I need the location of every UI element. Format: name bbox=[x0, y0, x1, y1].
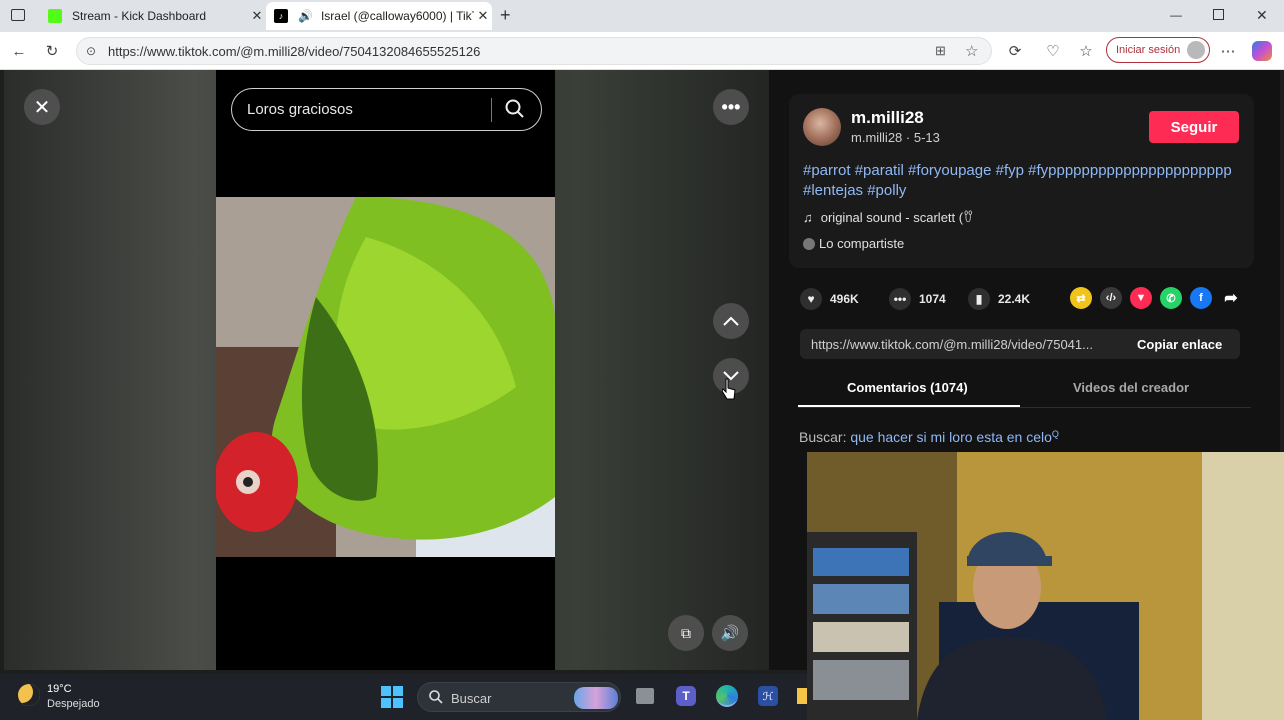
parrot-illustration bbox=[216, 197, 555, 557]
weather-condition[interactable]: Despejado bbox=[47, 698, 100, 710]
copy-link-button[interactable]: Copiar enlace bbox=[1137, 337, 1222, 352]
volume-button[interactable]: 🔊 bbox=[712, 615, 748, 651]
share-link-text[interactable]: https://www.tiktok.com/@m.milli28/video/… bbox=[811, 337, 1116, 352]
close-window-icon[interactable]: ✕ bbox=[1256, 7, 1268, 24]
close-tab-icon[interactable]: ✕ bbox=[474, 8, 492, 24]
file-explorer-icon[interactable] bbox=[797, 688, 807, 704]
close-tab-icon[interactable]: ✕ bbox=[248, 8, 266, 24]
browser-toolbar: ← ↻ ⊙ https://www.tiktok.com/@m.milli28/… bbox=[0, 32, 1284, 70]
post-hashtags[interactable]: #parrot #paratil #foryoupage #fyp #fyppp… bbox=[803, 161, 1243, 201]
search-divider bbox=[491, 98, 492, 122]
task-view-icon[interactable] bbox=[636, 688, 654, 704]
teams-icon[interactable]: T bbox=[676, 686, 696, 706]
weather-temperature[interactable]: 19°C bbox=[47, 683, 72, 695]
comment-icon[interactable]: ••• bbox=[889, 288, 911, 310]
post-sound[interactable]: ♫ original sound - scarlett (ꀎ bbox=[803, 209, 973, 226]
shared-avatar-icon bbox=[803, 238, 815, 250]
search-icon[interactable] bbox=[504, 98, 526, 125]
extensions-icon[interactable]: ⟳ bbox=[1004, 40, 1026, 62]
profile-avatar-icon bbox=[1187, 41, 1205, 59]
favorites-icon[interactable]: ☆ bbox=[1075, 40, 1097, 62]
comment-count: 1074 bbox=[919, 292, 946, 306]
related-search[interactable]: Buscar: que hacer si mi loro esta en cel… bbox=[799, 429, 1059, 445]
browser-essentials-icon[interactable]: ♡ bbox=[1042, 40, 1064, 62]
tab-title: Stream - Kick Dashboard bbox=[72, 9, 207, 23]
sound-name: original sound - scarlett (ꀎ bbox=[820, 210, 974, 225]
address-bar[interactable]: ⊙ https://www.tiktok.com/@m.milli28/vide… bbox=[76, 37, 992, 65]
search-icon bbox=[428, 689, 444, 710]
music-note-icon: ♫ bbox=[803, 210, 813, 225]
save-stat[interactable]: ▮ 22.4K bbox=[968, 288, 1030, 310]
shared-indicator: Lo compartiste bbox=[803, 236, 904, 251]
whatsapp-icon[interactable]: ✆ bbox=[1160, 287, 1182, 309]
previous-video-button[interactable] bbox=[713, 303, 749, 339]
picture-in-picture-button[interactable]: ⧉ bbox=[668, 615, 704, 651]
new-tab-plus-icon[interactable]: + bbox=[500, 5, 511, 26]
share-link-box: https://www.tiktok.com/@m.milli28/video/… bbox=[800, 329, 1240, 359]
tab-actions-icon[interactable] bbox=[11, 9, 25, 21]
tab-divider bbox=[798, 407, 1251, 408]
follow-button[interactable]: Seguir bbox=[1149, 111, 1239, 143]
browser-tab-bar: Stream - Kick Dashboard ✕ ♪ 🔊 Israel (@c… bbox=[0, 0, 1284, 32]
tiktok-favicon-icon: ♪ bbox=[274, 9, 288, 23]
search-small-icon: Q bbox=[1051, 429, 1059, 439]
tab-title: Israel (@calloway6000) | TikT bbox=[320, 9, 474, 23]
heart-icon[interactable]: ♥ bbox=[800, 288, 822, 310]
like-stat[interactable]: ♥ 496K bbox=[800, 288, 859, 310]
repost-share-icon[interactable]: ⇄ bbox=[1070, 287, 1092, 309]
embed-code-icon[interactable]: ‹/› bbox=[1100, 287, 1122, 309]
creator-avatar[interactable] bbox=[803, 108, 841, 146]
audio-playing-icon[interactable]: 🔊 bbox=[298, 9, 313, 23]
search-query-link[interactable]: que hacer si mi loro esta en celo bbox=[850, 429, 1052, 445]
moon-weather-icon[interactable] bbox=[18, 684, 40, 706]
windows-taskbar: 19°C Despejado Buscar T ℋ bbox=[0, 674, 807, 720]
taskbar-search[interactable]: Buscar bbox=[417, 682, 621, 712]
kick-favicon-icon bbox=[48, 9, 62, 23]
search-prefix: Buscar: bbox=[799, 429, 847, 445]
chevron-up-icon bbox=[723, 316, 739, 326]
webcam-person-illustration bbox=[807, 452, 1284, 720]
search-placeholder[interactable]: Loros graciosos bbox=[247, 101, 353, 118]
refresh-icon[interactable]: ↻ bbox=[41, 40, 63, 62]
send-to-friends-icon[interactable]: ▼ bbox=[1130, 287, 1152, 309]
tab-tiktok[interactable]: ♪ 🔊 Israel (@calloway6000) | TikT ✕ bbox=[266, 2, 492, 30]
split-screen-icon[interactable]: ⊞ bbox=[935, 43, 946, 59]
tab-creator-videos[interactable]: Videos del creador bbox=[1073, 380, 1189, 395]
comment-stat[interactable]: ••• 1074 bbox=[889, 288, 946, 310]
webcam-overlay bbox=[807, 452, 1284, 720]
shared-label: Lo compartiste bbox=[819, 236, 905, 251]
bookmark-icon[interactable]: ▮ bbox=[968, 288, 990, 310]
windows-start-icon[interactable] bbox=[381, 686, 403, 708]
edge-icon[interactable] bbox=[716, 685, 738, 707]
post-info-card: m.milli28 m.milli28 · 5-13 Seguir #parro… bbox=[789, 94, 1254, 268]
minimize-icon[interactable]: — bbox=[1170, 8, 1182, 22]
tab-kick-dashboard[interactable]: Stream - Kick Dashboard ✕ bbox=[40, 2, 266, 30]
copilot-icon[interactable] bbox=[1252, 41, 1272, 61]
mouse-cursor-icon bbox=[721, 378, 736, 405]
signin-button[interactable]: Iniciar sesión bbox=[1106, 37, 1210, 63]
app-icon[interactable]: ℋ bbox=[758, 686, 778, 706]
video-player-area: ✕ Loros graciosos ••• ⧉ 🔊 bbox=[4, 70, 769, 670]
video-search-bar[interactable]: Loros graciosos bbox=[231, 88, 542, 131]
facebook-icon[interactable]: f bbox=[1190, 287, 1212, 309]
save-count: 22.4K bbox=[998, 292, 1031, 306]
more-share-icon[interactable]: ➦ bbox=[1220, 287, 1242, 309]
creator-username[interactable]: m.milli28 bbox=[851, 108, 924, 128]
favorite-star-icon[interactable]: ☆ bbox=[965, 42, 978, 60]
site-info-icon[interactable]: ⊙ bbox=[86, 44, 96, 58]
maximize-icon[interactable] bbox=[1213, 9, 1224, 20]
more-options-button[interactable]: ••• bbox=[713, 89, 749, 125]
url-text[interactable]: https://www.tiktok.com/@m.milli28/video/… bbox=[108, 44, 480, 59]
like-count: 496K bbox=[830, 292, 859, 306]
more-menu-icon[interactable]: ⋯ bbox=[1217, 40, 1239, 62]
signin-label: Iniciar sesión bbox=[1116, 44, 1181, 56]
search-highlight-icon bbox=[574, 687, 618, 709]
video-content-image bbox=[216, 197, 555, 557]
close-video-button[interactable]: ✕ bbox=[24, 89, 60, 125]
taskbar-search-label: Buscar bbox=[451, 691, 492, 706]
tab-comments[interactable]: Comentarios (1074) bbox=[847, 380, 968, 395]
creator-subline: m.milli28 · 5-13 bbox=[851, 130, 940, 145]
back-icon[interactable]: ← bbox=[8, 40, 30, 62]
